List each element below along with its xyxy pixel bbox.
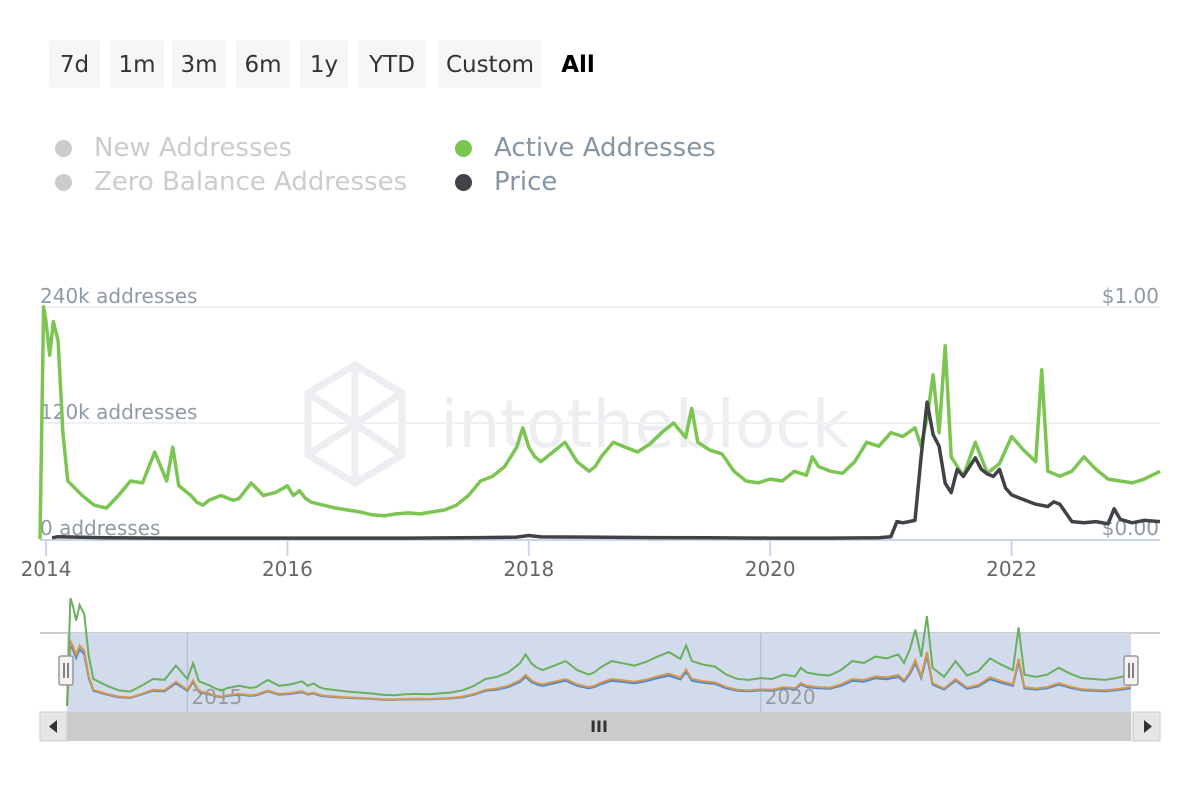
y-right-tick-label: $0.00 — [1102, 516, 1159, 540]
navigator-right-handle[interactable] — [1123, 655, 1139, 686]
x-tick-label: 2016 — [262, 557, 313, 581]
navigator-series-zero-balance — [66, 637, 1132, 707]
legend-item-new-addresses[interactable]: New Addresses — [55, 133, 292, 163]
scrollbar-track[interactable] — [40, 712, 1160, 741]
chart-legend: New Addresses Zero Balance Addresses Act… — [55, 133, 775, 213]
range-button-all[interactable]: All — [556, 40, 600, 88]
legend-dot-icon — [455, 173, 472, 191]
series-line-active-addresses — [38, 305, 1161, 540]
navigator-label: 2015 — [191, 685, 242, 709]
y-left-tick-label: 120k addresses — [40, 400, 197, 424]
x-tick-label: 2020 — [745, 557, 796, 581]
range-button-custom[interactable]: Custom — [438, 40, 542, 88]
range-button-7d[interactable]: 7d — [49, 40, 100, 88]
series-group — [38, 305, 1161, 540]
grid-lines — [40, 306, 1160, 556]
legend-item-price[interactable]: Price — [455, 167, 557, 197]
range-button-1y[interactable]: 1y — [300, 40, 348, 88]
range-button-1m[interactable]: 1m — [110, 40, 164, 88]
legend-dot-icon — [55, 173, 72, 191]
range-button-3m[interactable]: 3m — [172, 40, 226, 88]
range-button-6m[interactable]: 6m — [236, 40, 290, 88]
x-tick-label: 2018 — [503, 557, 554, 581]
navigator: 2015 2020 III — [39, 597, 1161, 742]
scroll-left-arrow-icon[interactable] — [39, 711, 68, 742]
navigator-series-new-addresses — [66, 642, 1132, 707]
watermark: intotheblock — [304, 360, 851, 488]
legend-label: New Addresses — [94, 133, 293, 163]
scrollbar-thumb[interactable] — [67, 712, 1131, 741]
legend-label: Active Addresses — [494, 133, 716, 163]
legend-label: Price — [494, 167, 558, 197]
legend-dot-icon — [455, 139, 472, 157]
watermark-text: intotheblock — [440, 386, 851, 463]
navigator-label: 2020 — [765, 685, 816, 709]
scrollbar-grip-icon[interactable]: III — [590, 717, 608, 736]
chart-svg: intotheblock 0 addresses 120k addresses 24… — [21, 284, 1161, 742]
legend-dot-icon — [55, 139, 72, 157]
x-tick-label: 2022 — [986, 557, 1037, 581]
navigator-selection-mask[interactable] — [67, 633, 1131, 712]
legend-item-active-addresses[interactable]: Active Addresses — [455, 133, 716, 163]
navigator-series-active-addresses — [66, 597, 1132, 707]
y-right-tick-label: $1.00 — [1102, 284, 1159, 308]
navigator-left-handle[interactable] — [58, 655, 74, 686]
x-tick-label: 2014 — [21, 557, 72, 581]
range-button-ytd[interactable]: YTD — [358, 40, 426, 88]
intotheblock-logo-icon — [304, 360, 406, 488]
legend-label: Zero Balance Addresses — [94, 167, 408, 197]
y-left-tick-label: 0 addresses — [40, 516, 160, 540]
series-line-price — [51, 400, 1161, 540]
scroll-right-arrow-icon[interactable] — [1132, 711, 1161, 742]
y-left-tick-label: 240k addresses — [40, 284, 197, 308]
axis-labels: 0 addresses 120k addresses 240k addresses $… — [21, 284, 1159, 581]
legend-item-zero-balance-addresses[interactable]: Zero Balance Addresses — [55, 167, 407, 197]
